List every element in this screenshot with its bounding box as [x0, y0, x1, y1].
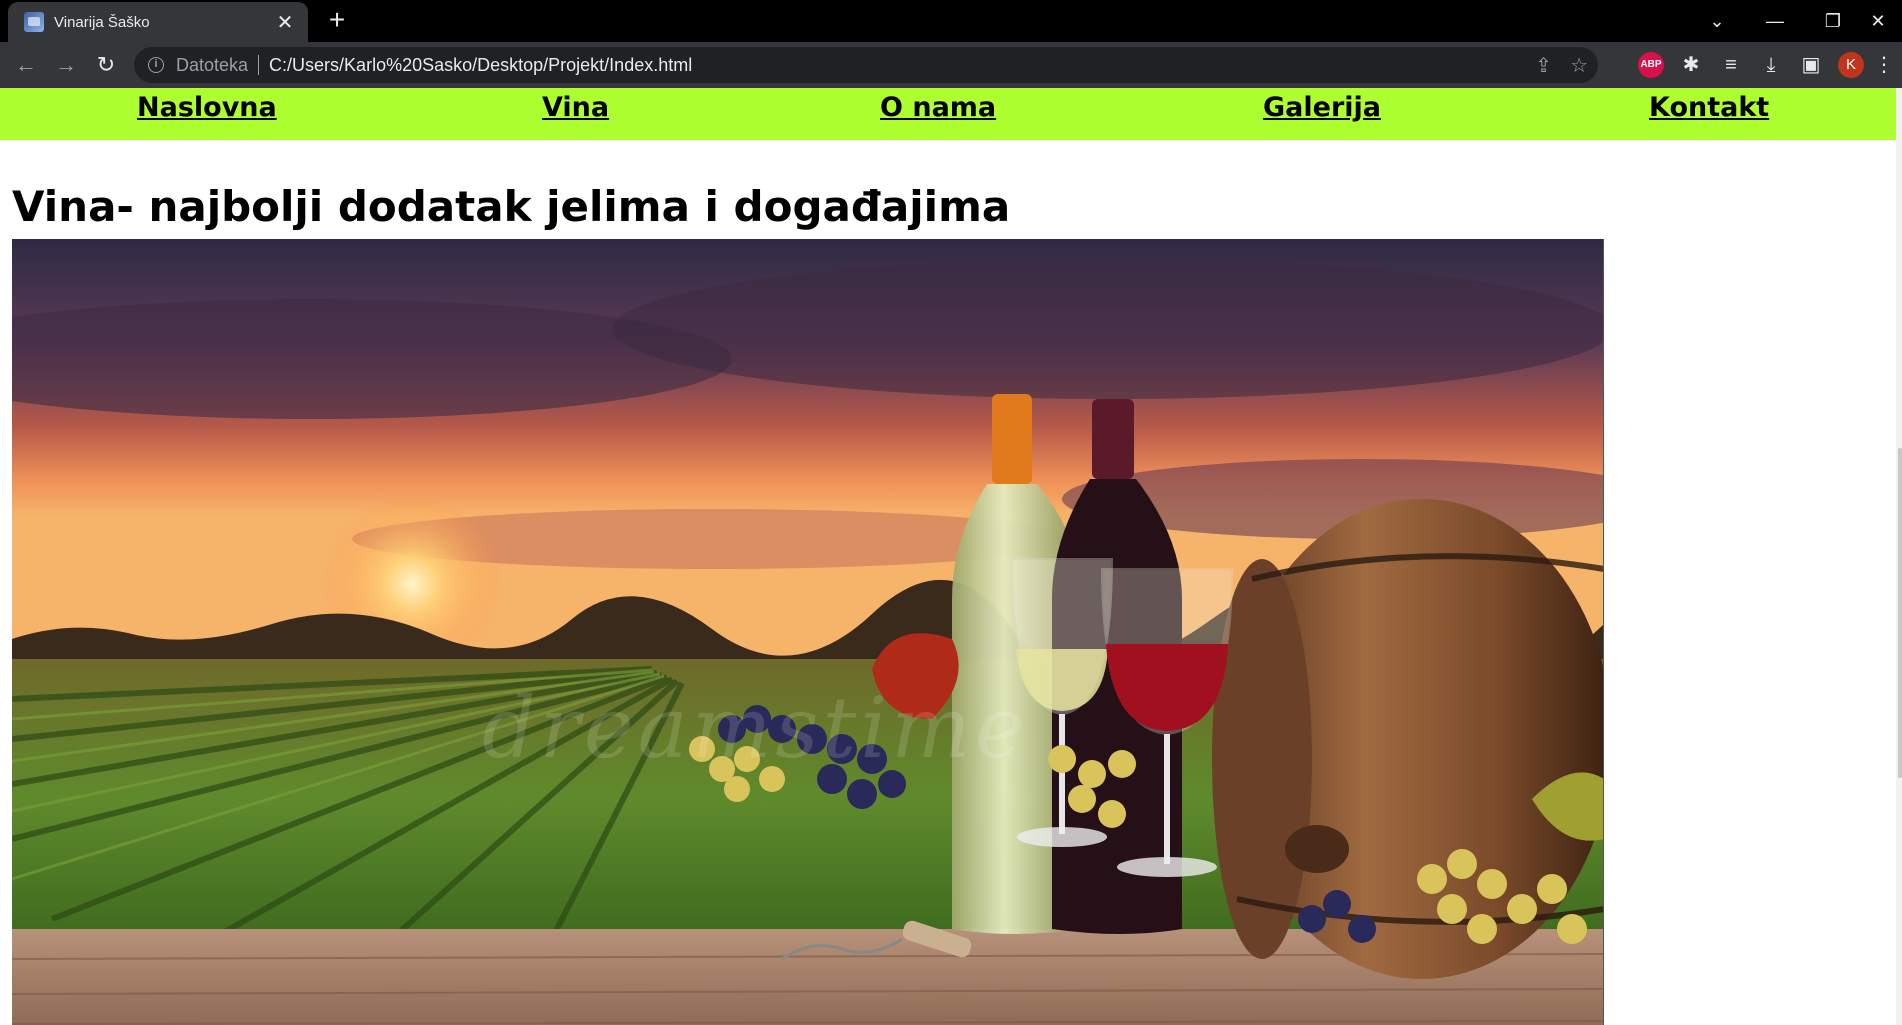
- browser-toolbar: ← → ↻ i Datoteka C:/Users/Karlo%20Sasko/…: [0, 42, 1902, 88]
- puzzle-icon[interactable]: ✱: [1678, 52, 1704, 78]
- browser-tab[interactable]: Vinarija Šaško ✕: [8, 2, 308, 42]
- tab-title: Vinarija Šaško: [54, 13, 150, 31]
- close-window-icon[interactable]: ✕: [1854, 0, 1902, 42]
- sidepanel-icon[interactable]: ▣: [1798, 52, 1824, 78]
- media-queue-icon[interactable]: ≡: [1718, 52, 1744, 78]
- browser-titlebar: Vinarija Šaško ✕ + ⌄ — ❐ ✕: [0, 0, 1902, 42]
- omnibox-separator: [258, 55, 260, 75]
- site-nav: Naslovna Vina O nama Galerija Kontakt: [0, 88, 1896, 140]
- page-heading: Vina- najbolji dodatak jelima i događaji…: [12, 182, 1011, 231]
- chevron-down-icon[interactable]: ⌄: [1688, 0, 1746, 42]
- page-viewport: Naslovna Vina O nama Galerija Kontakt Vi…: [0, 88, 1902, 1025]
- download-icon[interactable]: ⤓: [1758, 52, 1784, 78]
- minimize-icon[interactable]: —: [1746, 0, 1804, 42]
- back-arrow-icon[interactable]: ←: [10, 49, 42, 81]
- info-icon[interactable]: i: [148, 57, 164, 73]
- reload-icon[interactable]: ↻: [90, 49, 122, 81]
- scrollbar-thumb[interactable]: [1898, 448, 1902, 778]
- address-bar[interactable]: i Datoteka C:/Users/Karlo%20Sasko/Deskto…: [134, 47, 1598, 83]
- close-icon[interactable]: ✕: [274, 10, 296, 35]
- forward-arrow-icon[interactable]: →: [50, 49, 82, 81]
- plus-icon[interactable]: +: [322, 6, 352, 36]
- page-scrollbar[interactable]: [1896, 88, 1902, 1025]
- hero-watermark: dreamstime: [482, 679, 1029, 777]
- star-icon[interactable]: ☆: [1570, 53, 1588, 78]
- share-icon[interactable]: ⇪: [1535, 53, 1552, 78]
- profile-avatar[interactable]: K: [1838, 52, 1864, 78]
- favicon-icon: [24, 12, 44, 32]
- adblock-icon[interactable]: ABP: [1638, 52, 1664, 78]
- nav-link-naslovna[interactable]: Naslovna: [137, 92, 277, 123]
- scheme-label: Datoteka: [176, 54, 249, 75]
- url-text[interactable]: C:/Users/Karlo%20Sasko/Desktop/Projekt/I…: [269, 55, 692, 76]
- nav-link-vina[interactable]: Vina: [542, 92, 609, 123]
- nav-link-galerija[interactable]: Galerija: [1263, 92, 1381, 123]
- hero-image: dreamstime: [12, 239, 1604, 1025]
- nav-link-o-nama[interactable]: O nama: [880, 92, 996, 123]
- hero-illustration: [12, 239, 1603, 1025]
- kebab-menu-icon[interactable]: ⋮: [1874, 52, 1894, 78]
- nav-link-kontakt[interactable]: Kontakt: [1649, 92, 1769, 123]
